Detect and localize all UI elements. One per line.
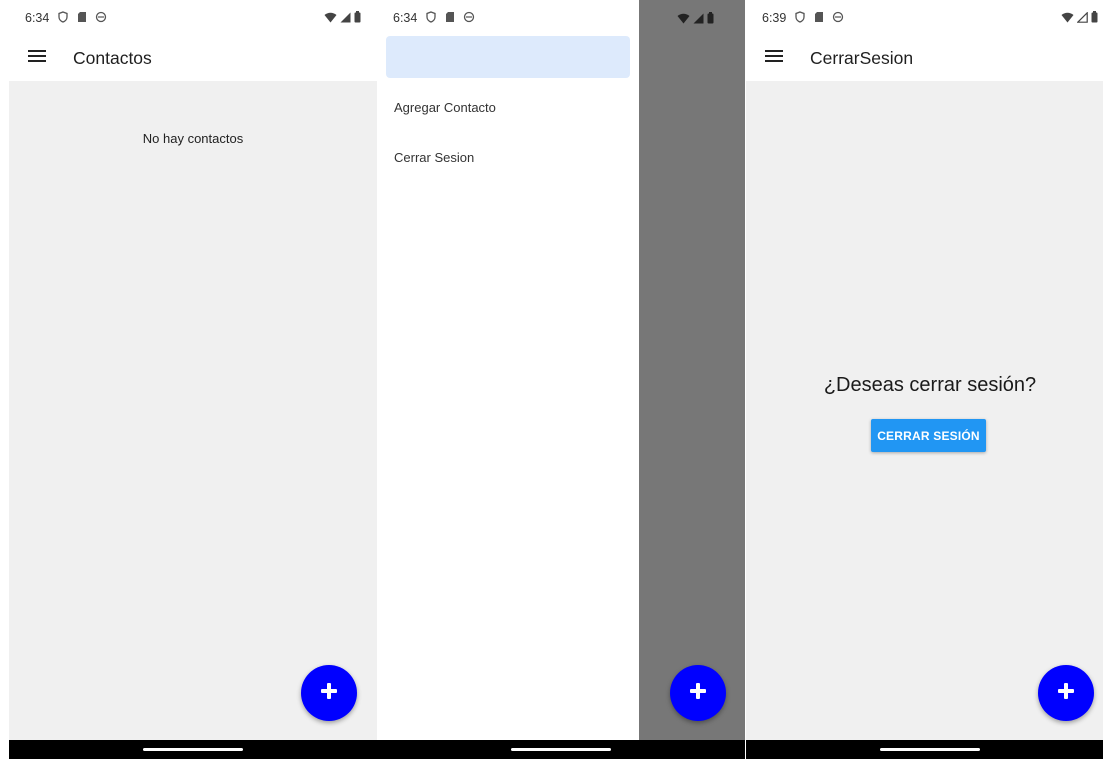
add-contact-fab[interactable]	[670, 665, 726, 721]
sync-icon	[463, 11, 475, 25]
status-bar: 6:39	[746, 0, 1103, 36]
system-nav-bar	[9, 740, 377, 759]
system-nav-bar	[746, 740, 1103, 759]
navigation-drawer: 6:34 Agregar Contacto Cerrar Sesion	[377, 0, 639, 740]
plus-icon	[320, 682, 338, 705]
hamburger-menu-icon	[765, 49, 783, 68]
app-bar: Contactos	[9, 36, 377, 81]
shield-icon	[794, 11, 806, 25]
hamburger-menu-icon	[28, 49, 46, 68]
status-time: 6:34	[393, 11, 418, 25]
status-time: 6:34	[25, 11, 50, 25]
app-bar: CerrarSesion	[746, 36, 1103, 81]
status-time: 6:39	[762, 11, 787, 25]
sim-card-icon	[445, 11, 455, 25]
wifi-icon	[1061, 11, 1074, 26]
logout-content: ¿Deseas cerrar sesión? CERRAR SESIÓN	[746, 81, 1103, 740]
signal-icon	[340, 11, 351, 26]
screen-cerrar-sesion: 6:39 CerrarSesion ¿Deseas cerrar sesión?…	[746, 0, 1103, 759]
drawer-header	[386, 36, 630, 78]
gesture-handle[interactable]	[880, 748, 980, 751]
sync-icon	[95, 11, 107, 25]
battery-icon	[707, 11, 714, 29]
gesture-handle[interactable]	[143, 748, 243, 751]
logout-button[interactable]: CERRAR SESIÓN	[871, 419, 986, 452]
shield-icon	[425, 11, 437, 25]
plus-icon	[689, 682, 707, 705]
add-contact-fab[interactable]	[301, 665, 357, 721]
sim-card-icon	[814, 11, 824, 25]
wifi-icon	[324, 11, 337, 26]
page-title: Contactos	[73, 48, 152, 68]
shield-icon	[57, 11, 69, 25]
empty-contacts-message: No hay contactos	[142, 131, 244, 146]
menu-button[interactable]	[746, 36, 802, 81]
status-bar: 6:34	[377, 0, 639, 36]
status-bar: 6:34	[9, 0, 377, 36]
plus-icon	[1057, 682, 1075, 705]
menu-button[interactable]	[9, 36, 65, 81]
drawer-item-cerrar-sesion[interactable]: Cerrar Sesion	[394, 150, 474, 165]
wifi-icon	[677, 11, 690, 29]
signal-outline-icon	[1076, 10, 1088, 26]
gesture-handle[interactable]	[511, 748, 611, 751]
battery-icon	[1091, 10, 1098, 26]
sim-card-icon	[77, 11, 87, 25]
sync-icon	[832, 11, 844, 25]
screen-drawer-open: 6:34 Agregar Contacto Cerrar Sesion	[377, 0, 745, 759]
add-contact-fab[interactable]	[1038, 665, 1094, 721]
screen-contactos: 6:34 Contactos No hay contactos	[9, 0, 377, 759]
drawer-item-agregar-contacto[interactable]: Agregar Contacto	[394, 100, 496, 115]
battery-icon	[354, 10, 361, 26]
status-right-icons	[324, 10, 361, 26]
logout-question: ¿Deseas cerrar sesión?	[823, 374, 1037, 396]
drawer-scrim[interactable]	[639, 0, 745, 740]
status-right-icons	[1061, 10, 1098, 26]
contacts-content: No hay contactos	[9, 81, 377, 740]
system-nav-bar	[377, 740, 745, 759]
page-title: CerrarSesion	[810, 48, 914, 68]
status-right-icons	[677, 11, 714, 29]
signal-icon	[693, 11, 704, 29]
